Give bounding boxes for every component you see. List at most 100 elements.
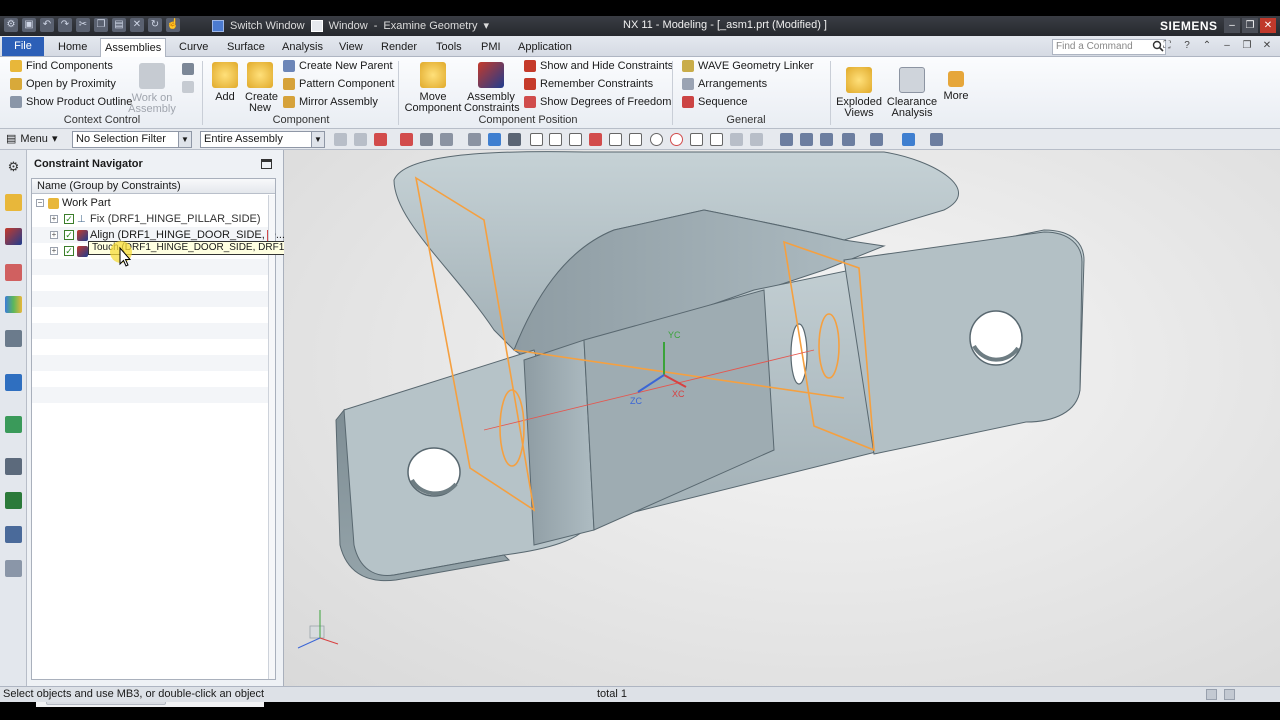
mid-point-icon[interactable] [549,133,562,146]
pattern-component-button[interactable]: Pattern Component [283,78,394,90]
process-studio-icon[interactable] [5,492,22,509]
maximize-panel-icon[interactable] [261,159,272,169]
tab-file[interactable]: File [2,37,44,56]
graphics-window[interactable]: YC ZC XC [284,150,1280,686]
chevron-down-icon[interactable]: ▼ [178,132,191,147]
point-on-curve-icon[interactable] [710,133,723,146]
chevron-down-icon[interactable]: ▼ [311,132,324,147]
close-doc-icon[interactable]: ✕ [1260,39,1274,53]
tab-view[interactable]: View [335,38,367,57]
orient-view-icon[interactable] [842,133,855,146]
tab-analysis[interactable]: Analysis [278,38,327,57]
open-by-proximity-button[interactable]: Open by Proximity [10,78,116,90]
menu-button[interactable]: ▤ Menu ▾ [6,132,57,146]
web-browser-icon[interactable] [5,374,22,391]
column-header[interactable]: Name (Group by Constraints) [32,179,275,194]
tab-home[interactable]: Home [54,38,91,57]
rectangle-select-icon[interactable] [440,133,453,146]
control-point-icon[interactable] [569,133,582,146]
find-command-input[interactable]: Find a Command [1052,39,1166,55]
end-point-icon[interactable] [530,133,543,146]
fullscreen-icon[interactable]: ⛶ [1160,39,1174,53]
tab-tools[interactable]: Tools [432,38,466,57]
expand-icon[interactable]: + [50,215,58,223]
settings-gear-icon[interactable]: ⚙ [5,158,22,175]
tree-row-fix[interactable]: + ✓ ⊥ Fix (DRF1_HINGE_PILLAR_SIDE) [32,211,268,227]
render-style-icon[interactable] [870,133,883,146]
show-hide-icon[interactable] [930,133,943,146]
tree-row-work-part[interactable]: − Work Part [32,195,268,211]
visibility-checkbox[interactable]: ✓ [64,230,74,240]
system-materials-icon[interactable] [5,560,22,577]
arc-center-icon[interactable] [629,133,642,146]
tab-application[interactable]: Application [514,38,576,57]
show-product-outline-button[interactable]: Show Product Outline [10,96,132,108]
part-navigator-icon[interactable] [5,194,22,211]
tab-surface[interactable]: Surface [223,38,269,57]
status-icon[interactable] [1206,689,1217,700]
face-select-icon[interactable] [488,133,501,146]
view-fit-icon[interactable] [780,133,793,146]
minimize-button[interactable]: – [1224,18,1240,33]
tab-curve[interactable]: Curve [175,38,212,57]
sequence-button[interactable]: Sequence [682,96,748,108]
tab-assemblies[interactable]: Assemblies [100,38,166,57]
hinge-assembly-model[interactable]: YC ZC XC [284,150,1280,686]
reuse-library-icon[interactable] [5,296,22,313]
zoom-icon[interactable] [800,133,813,146]
create-new-parent-button[interactable]: Create New Parent [283,60,393,72]
wave-geometry-linker-button[interactable]: WAVE Geometry Linker [682,60,814,72]
expand-icon[interactable]: + [50,231,58,239]
circle-center-icon[interactable] [650,133,663,146]
general-select-icon[interactable] [400,133,413,146]
work-on-assembly-button[interactable]: Work on Assembly [128,63,176,115]
find-components-button[interactable]: Find Components [10,60,113,72]
restore-button[interactable]: ❐ [1242,18,1258,33]
roles-icon[interactable] [5,526,22,543]
existing-point-icon[interactable] [690,133,703,146]
curve-point-icon[interactable] [609,133,622,146]
edit-object-display-icon[interactable] [902,133,915,146]
move-component-button[interactable]: Move Component [404,62,462,114]
status-icon[interactable] [1224,689,1235,700]
show-hide-constraints-button[interactable]: Show and Hide Constraints [524,60,673,72]
clearance-analysis-button[interactable]: Clearance Analysis [886,67,938,119]
create-new-button[interactable]: Create New [242,62,278,114]
help-icon[interactable]: ? [1180,39,1194,53]
tab-pmi[interactable]: PMI [477,38,505,57]
minimize-doc-icon[interactable]: – [1220,39,1234,53]
collapse-icon[interactable]: − [36,199,44,207]
hd3d-tools-icon[interactable] [5,330,22,347]
visibility-checkbox[interactable]: ✓ [64,214,74,224]
expand-icon[interactable]: + [50,247,58,255]
snap-point-icon[interactable] [508,133,521,146]
deselect-icon[interactable] [420,133,433,146]
more-button[interactable]: More [940,67,972,102]
arrangements-button[interactable]: Arrangements [682,78,767,90]
clock-icon[interactable] [5,458,22,475]
constraint-navigator-icon[interactable] [5,228,22,245]
filter-reset-icon[interactable] [334,133,347,146]
intersection-point-icon[interactable] [589,133,602,146]
selection-scope-select[interactable]: Entire Assembly ▼ [200,131,325,148]
visibility-checkbox[interactable]: ✓ [64,246,74,256]
point-on-face-icon[interactable] [730,133,743,146]
show-degrees-of-freedom-button[interactable]: Show Degrees of Freedom [524,96,671,108]
body-select-icon[interactable] [468,133,481,146]
vertical-scrollbar[interactable] [268,195,275,679]
assembly-constraints-button[interactable]: Assembly Constraints [464,62,520,114]
remember-constraints-button[interactable]: Remember Constraints [524,78,653,90]
close-button[interactable]: ✕ [1260,18,1276,33]
collapse-ribbon-icon[interactable]: ⌃ [1200,39,1214,53]
mirror-assembly-button[interactable]: Mirror Assembly [283,96,378,108]
add-component-button[interactable]: Add [208,62,242,103]
history-icon[interactable] [5,416,22,433]
rotate-icon[interactable] [820,133,833,146]
exploded-views-button[interactable]: Exploded Views [834,67,884,119]
quadrant-point-icon[interactable] [670,133,683,146]
restore-doc-icon[interactable]: ❐ [1240,39,1254,53]
type-filter-icon[interactable] [354,133,367,146]
select-all-icon[interactable] [374,133,387,146]
tab-render[interactable]: Render [377,38,421,57]
selection-filter-select[interactable]: No Selection Filter ▼ [72,131,192,148]
